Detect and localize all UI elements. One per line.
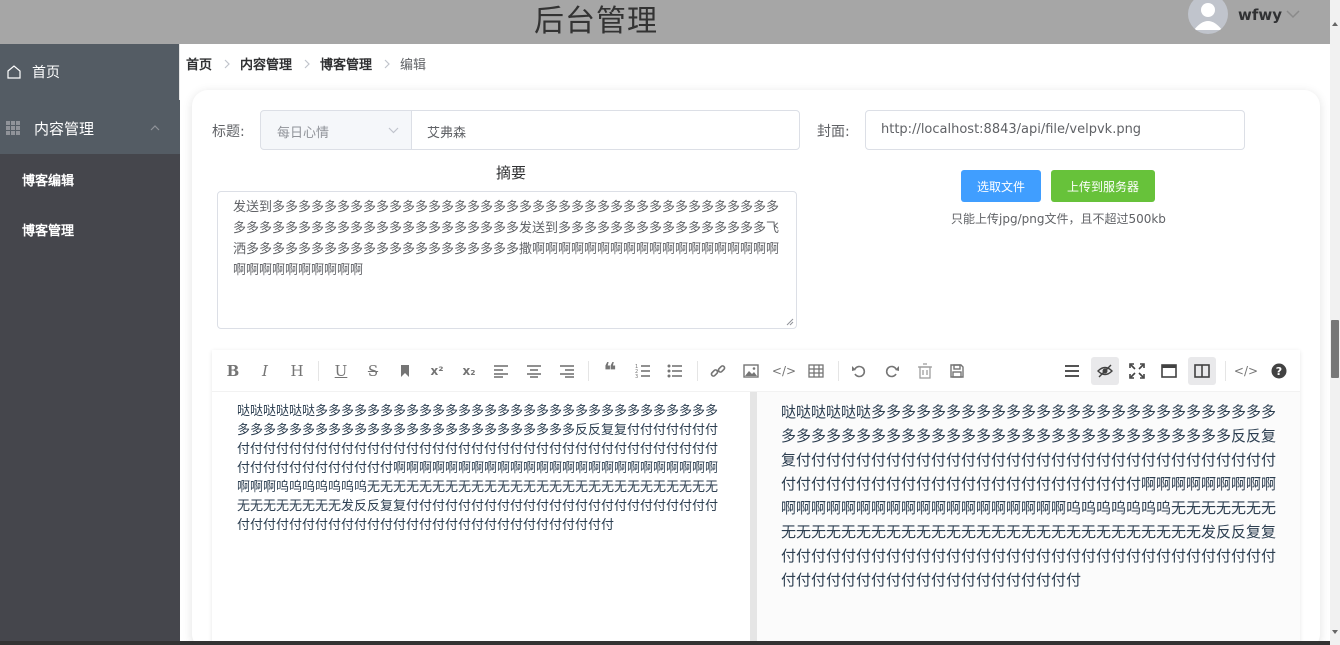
chevron-down-icon[interactable] <box>1286 9 1300 19</box>
svg-text:?: ? <box>1276 365 1282 378</box>
image-icon[interactable] <box>740 360 762 382</box>
chevron-right-icon <box>304 59 310 68</box>
bottom-bar <box>0 641 1330 645</box>
breadcrumb-blog-manage[interactable]: 博客管理 <box>320 54 372 73</box>
sidebar-item-blog-manage[interactable]: 博客管理 <box>0 204 180 254</box>
abstract-textarea[interactable]: 发送到多多多多多多多多多多多多多多多多多多多多多多多多多多多多多多多多多多多多多… <box>217 191 797 329</box>
sidebar-item-blog-edit[interactable]: 博客编辑 <box>0 154 180 204</box>
app-title: 后台管理 <box>534 4 658 39</box>
align-left-icon[interactable] <box>490 360 512 382</box>
editor-preview: 哒哒哒哒哒哒多多多多多多多多多多多多多多多多多多多多多多多多多多多多多多多多多多… <box>757 392 1300 645</box>
chevron-down-icon <box>388 127 399 134</box>
editor-textarea[interactable]: 哒哒哒哒哒哒多多多多多多多多多多多多多多多多多多多多多多多多多多多多多多多多多多… <box>212 392 750 645</box>
grid-icon <box>6 121 20 135</box>
markdown-editor: B I H U S x² x₂ ❝ 123 </> </> ? 哒哒哒哒哒哒多多… <box>212 350 1300 645</box>
category-placeholder: 每日心情 <box>277 126 330 141</box>
sidebar-item-label: 内容管理 <box>34 119 95 138</box>
redo-icon[interactable] <box>881 360 903 382</box>
sidebar-item-content-management[interactable]: 内容管理 <box>0 100 180 156</box>
editor-divider <box>750 392 757 645</box>
abstract-label: 摘要 <box>496 164 527 182</box>
navigation-icon[interactable] <box>1061 360 1083 382</box>
user-avatar[interactable] <box>1188 0 1228 34</box>
strikethrough-icon[interactable]: S <box>362 360 384 382</box>
unordered-list-icon[interactable] <box>664 360 686 382</box>
link-icon[interactable] <box>707 360 729 382</box>
editor-toolbar: B I H U S x² x₂ ❝ 123 </> </> ? <box>212 350 1300 392</box>
sidebar: 首页 内容管理 博客编辑 博客管理 <box>0 44 180 645</box>
align-center-icon[interactable] <box>523 360 545 382</box>
breadcrumb-current: 编辑 <box>400 58 427 73</box>
italic-icon[interactable]: I <box>254 360 276 382</box>
chevron-up-icon <box>150 125 160 131</box>
fullscreen-icon[interactable] <box>1126 360 1148 382</box>
underline-icon[interactable]: U <box>330 360 352 382</box>
title-label: 标题: <box>212 124 245 140</box>
edit-card: 标题: 每日心情 艾弗森 封面: http://localhost:8843/a… <box>192 90 1320 645</box>
quote-icon[interactable]: ❝ <box>599 359 621 384</box>
title-input[interactable]: 艾弗森 <box>411 110 800 150</box>
abstract-text: 发送到多多多多多多多多多多多多多多多多多多多多多多多多多多多多多多多多多多多多多… <box>233 200 780 278</box>
save-icon[interactable] <box>946 360 968 382</box>
username[interactable]: wfwy <box>1238 6 1282 24</box>
ordered-list-icon[interactable]: 123 <box>632 360 654 382</box>
code-icon[interactable]: </> <box>772 360 796 382</box>
chevron-right-icon <box>384 59 390 68</box>
undo-icon[interactable] <box>848 360 870 382</box>
cover-label: 封面: <box>817 124 850 140</box>
cover-url-input[interactable]: http://localhost:8843/api/file/velpvk.pn… <box>865 110 1245 150</box>
superscript-icon[interactable]: x² <box>426 360 448 382</box>
upload-button[interactable]: 上传到服务器 <box>1051 170 1155 202</box>
align-right-icon[interactable] <box>556 360 578 382</box>
sidebar-item-label: 首页 <box>32 65 60 81</box>
sidebar-item-home[interactable]: 首页 <box>0 44 180 100</box>
preview-icon[interactable] <box>1091 357 1119 385</box>
read-mode-icon[interactable] <box>1158 360 1180 382</box>
category-select[interactable]: 每日心情 <box>260 110 412 150</box>
header-icon[interactable]: H <box>286 360 308 382</box>
main-content: 首页 内容管理 博客管理 编辑 标题: 每日心情 艾弗森 封面: http://… <box>180 44 1330 645</box>
svg-text:3: 3 <box>635 374 638 379</box>
help-icon[interactable]: ? <box>1268 360 1290 382</box>
page-scrollbar[interactable] <box>1330 0 1340 645</box>
subscript-icon[interactable]: x₂ <box>458 360 480 382</box>
upload-tip: 只能上传jpg/png文件，且不超过500kb <box>951 212 1166 226</box>
trash-icon[interactable] <box>914 360 936 382</box>
scrollbar-thumb[interactable] <box>1331 320 1339 378</box>
table-icon[interactable] <box>805 360 827 382</box>
home-icon <box>7 65 21 79</box>
bold-icon[interactable]: B <box>222 360 244 382</box>
pick-file-button[interactable]: 选取文件 <box>961 170 1041 202</box>
top-header: 后台管理 wfwy <box>0 0 1330 44</box>
resize-handle-icon[interactable] <box>786 318 794 326</box>
html-icon[interactable]: </> <box>1234 360 1258 382</box>
chevron-right-icon <box>224 59 230 68</box>
breadcrumb: 首页 内容管理 博客管理 编辑 <box>186 54 426 73</box>
breadcrumb-home[interactable]: 首页 <box>186 54 212 73</box>
breadcrumb-content[interactable]: 内容管理 <box>240 54 292 73</box>
subfield-icon[interactable] <box>1188 357 1216 385</box>
mark-icon[interactable] <box>394 360 416 382</box>
